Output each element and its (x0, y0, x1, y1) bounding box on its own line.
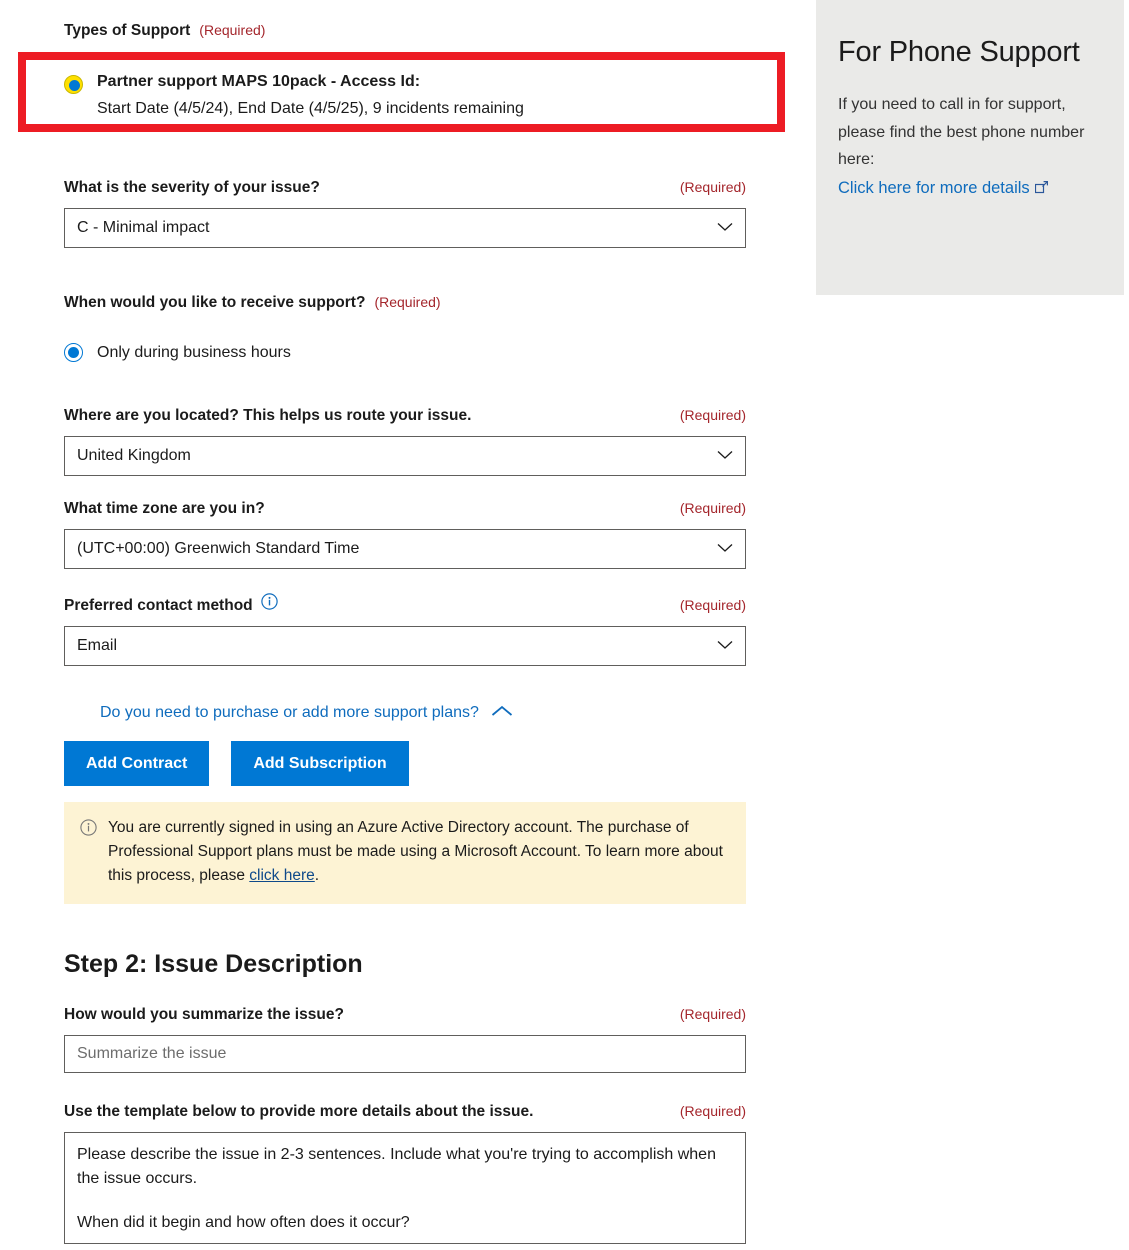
chevron-up-icon (491, 704, 513, 722)
location-value: United Kingdom (77, 447, 191, 464)
contact-method-select[interactable]: Email (64, 626, 746, 666)
location-required: (Required) (679, 407, 746, 423)
location-label-row: Where are you located? This helps us rou… (64, 407, 746, 425)
support-time-label-row: When would you like to receive support? … (64, 294, 816, 312)
details-text-line2: When did it begin and how often does it … (77, 1214, 410, 1232)
chevron-down-icon (717, 637, 733, 655)
phone-support-details-link[interactable]: Click here for more details (838, 179, 1048, 197)
plan-action-buttons: Add Contract Add Subscription (64, 741, 816, 786)
timezone-required: (Required) (679, 500, 746, 516)
details-required: (Required) (679, 1103, 746, 1120)
types-of-support-required: (Required) (199, 22, 266, 38)
timezone-value: (UTC+00:00) Greenwich Standard Time (77, 540, 360, 557)
account-notice-period: . (314, 867, 320, 885)
add-subscription-button[interactable]: Add Subscription (231, 741, 409, 786)
location-label: Where are you located? This helps us rou… (64, 407, 472, 424)
summary-label: How would you summarize the issue? (64, 1006, 344, 1024)
contact-method-value: Email (77, 637, 118, 654)
timezone-label-row: What time zone are you in? (Required) (64, 500, 746, 518)
support-plan-main-row: Partner support MAPS 10pack - Access Id: (64, 72, 764, 94)
summary-placeholder: Summarize the issue (77, 1045, 227, 1063)
support-request-page: For Phone Support If you need to call in… (0, 0, 1129, 1250)
summary-input[interactable]: Summarize the issue (64, 1035, 746, 1074)
chevron-down-icon (717, 540, 733, 558)
contact-method-label: Preferred contact method (64, 597, 253, 614)
severity-label-row: What is the severity of your issue? (Req… (64, 179, 746, 197)
severity-value: C - Minimal impact (77, 219, 210, 236)
types-of-support-label-row: Types of Support (Required) (64, 22, 816, 40)
external-link-icon (1034, 175, 1048, 203)
support-plan-title: Partner support MAPS 10pack - Access Id: (97, 73, 421, 90)
support-plan-option[interactable]: Partner support MAPS 10pack - Access Id:… (64, 72, 764, 118)
phone-support-title: For Phone Support (838, 36, 1080, 68)
purchase-plans-expander-label: Do you need to purchase or add more supp… (100, 704, 479, 721)
contact-method-required: (Required) (679, 597, 746, 613)
details-label: Use the template below to provide more d… (64, 1103, 534, 1121)
summary-required: (Required) (679, 1006, 746, 1023)
account-notice-body: You are currently signed in using an Azu… (108, 819, 723, 885)
timezone-label: What time zone are you in? (64, 500, 265, 517)
business-hours-label: Only during business hours (97, 343, 291, 361)
support-plan-details: Start Date (4/5/24), End Date (4/5/25), … (97, 100, 524, 117)
business-hours-option[interactable]: Only during business hours (64, 343, 816, 362)
account-notice-text: You are currently signed in using an Azu… (108, 816, 730, 888)
location-select[interactable]: United Kingdom (64, 436, 746, 476)
summary-label-row: How would you summarize the issue? (Requ… (64, 1006, 746, 1024)
account-notice-link[interactable]: click here (249, 867, 314, 884)
details-textarea[interactable]: Please describe the issue in 2-3 sentenc… (64, 1132, 746, 1245)
severity-label: What is the severity of your issue? (64, 179, 320, 196)
details-label-row: Use the template below to provide more d… (64, 1103, 746, 1121)
support-time-label: When would you like to receive support? (64, 294, 366, 311)
phone-support-details-link-label: Click here for more details (838, 178, 1030, 197)
chevron-down-icon (717, 219, 733, 237)
support-plan-radio[interactable] (64, 75, 83, 94)
account-notice: You are currently signed in using an Azu… (64, 802, 746, 905)
chevron-down-icon (717, 447, 733, 465)
phone-support-panel: For Phone Support If you need to call in… (816, 0, 1124, 295)
support-form-column: Types of Support (Required) Partner supp… (0, 0, 816, 1245)
timezone-select[interactable]: (UTC+00:00) Greenwich Standard Time (64, 529, 746, 569)
business-hours-radio[interactable] (64, 343, 83, 362)
types-of-support-label: Types of Support (64, 22, 191, 39)
severity-select[interactable]: C - Minimal impact (64, 208, 746, 248)
severity-required: (Required) (679, 179, 746, 195)
details-text-line1: Please describe the issue in 2-3 sentenc… (77, 1146, 716, 1188)
step2-title: Step 2: Issue Description (64, 950, 363, 979)
contact-method-label-row: Preferred contact method (Required) (64, 593, 746, 615)
add-contract-button[interactable]: Add Contract (64, 741, 210, 786)
purchase-plans-expander[interactable]: Do you need to purchase or add more supp… (100, 704, 816, 722)
info-icon (80, 819, 97, 888)
support-time-required: (Required) (374, 294, 441, 310)
info-icon[interactable] (260, 593, 278, 615)
phone-support-body: If you need to call in for support, plea… (838, 96, 1085, 169)
